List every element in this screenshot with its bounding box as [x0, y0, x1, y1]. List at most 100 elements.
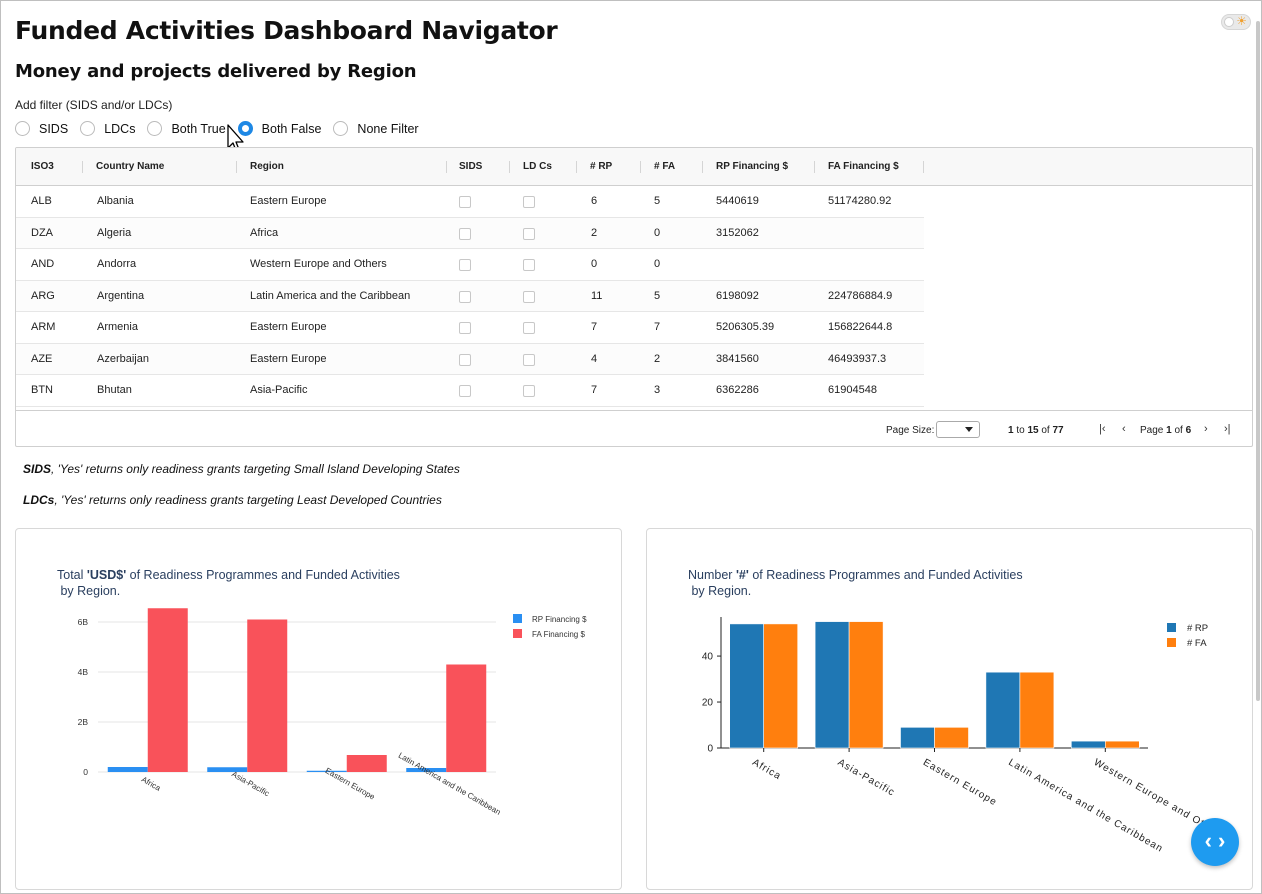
column-header-rp[interactable]: # RP	[590, 148, 612, 186]
cell-rp-financing: 6198092	[716, 289, 759, 302]
bar-fa-count	[1019, 671, 1055, 749]
column-separator	[814, 161, 815, 173]
cell-fa-financing: 61904548	[828, 384, 877, 396]
radio-sids[interactable]: SIDS	[15, 121, 68, 136]
theme-toggle[interactable]: ☀	[1221, 14, 1251, 30]
radio-label: LDCs	[104, 121, 136, 136]
column-header-ldcs[interactable]: LD Cs	[523, 148, 552, 186]
bar-fa-financing	[247, 619, 288, 772]
cell-region: Africa	[250, 226, 279, 239]
bar-fa-financing	[147, 608, 188, 772]
bar-rp-count	[729, 623, 764, 749]
table-row[interactable]: ARG Argentina Latin America and the Cari…	[16, 280, 924, 312]
cell-rp: 4	[591, 352, 598, 365]
column-header-region[interactable]: Region	[250, 148, 284, 186]
bar-fa-financing	[446, 664, 487, 772]
column-separator	[446, 161, 447, 173]
cell-country: Andorra	[97, 258, 137, 270]
sids-checkbox[interactable]	[459, 227, 471, 240]
sids-note-text: , 'Yes' returns only readiness grants ta…	[51, 462, 460, 476]
sids-checkbox[interactable]	[459, 385, 471, 397]
column-separator	[509, 161, 510, 173]
bar-fa-count	[1104, 740, 1140, 749]
sids-checkbox[interactable]	[459, 196, 471, 208]
legend-label: # RP	[1187, 623, 1208, 634]
sids-checkbox[interactable]	[459, 259, 471, 271]
sids-checkbox[interactable]	[459, 322, 471, 334]
ldcs-checkbox[interactable]	[523, 290, 535, 303]
ldcs-checkbox[interactable]	[523, 322, 535, 334]
cell-fa: 2	[654, 352, 661, 365]
cell-region: Latin America and the Caribbean	[250, 289, 411, 302]
table-row[interactable]: AZE Azerbaijan Eastern Europe 4 2 384156…	[16, 343, 924, 375]
radio-both-true[interactable]: Both True	[147, 121, 226, 136]
column-separator	[576, 161, 577, 173]
cell-fa: 0	[654, 258, 661, 270]
column-header-sids[interactable]: SIDS	[459, 148, 482, 186]
column-header-iso3[interactable]: ISO3	[31, 148, 54, 186]
page-size-select[interactable]	[936, 421, 980, 438]
table-row[interactable]: DZA Algeria Africa 2 0 3152062	[16, 217, 924, 249]
cell-iso3: DZA	[31, 226, 53, 239]
radio-none-filter[interactable]: None Filter	[333, 121, 419, 136]
table-row[interactable]: ALB Albania Eastern Europe 6 5 5440619 5…	[16, 186, 924, 218]
cell-rp-financing: 5440619	[716, 195, 759, 207]
radio-circle	[15, 121, 30, 136]
sids-checkbox[interactable]	[459, 290, 471, 303]
ldcs-checkbox[interactable]	[523, 353, 535, 366]
column-header-rp-financing[interactable]: RP Financing $	[716, 148, 788, 186]
cell-iso3: AZE	[31, 352, 53, 365]
cell-rp: 2	[591, 226, 598, 239]
y-tick-label: 40	[702, 652, 714, 663]
pagination-bar: Page Size: 1 to 15 of 77 |‹ ‹ Page 1 of …	[16, 410, 1252, 446]
cell-country: Argentina	[97, 289, 145, 302]
range-to: 15	[1027, 425, 1039, 436]
y-tick-label: 0	[707, 744, 713, 755]
filter-label: Add filter (SIDS and/or LDCs)	[15, 98, 173, 112]
ldcs-checkbox[interactable]	[523, 259, 535, 271]
radio-label: Both False	[261, 121, 322, 136]
cell-iso3: ARM	[31, 321, 56, 333]
cell-fa-financing: 224786884.9	[828, 289, 893, 302]
radio-label: Both True	[171, 121, 226, 136]
column-header-fa[interactable]: # FA	[654, 148, 675, 186]
last-page-icon[interactable]: ›|	[1224, 423, 1231, 435]
first-page-icon[interactable]: |‹	[1099, 423, 1106, 435]
column-separator	[82, 161, 83, 173]
sids-checkbox[interactable]	[459, 353, 471, 366]
y-tick-label: 0	[83, 767, 88, 777]
x-tick-label: Asia-Pacific	[230, 769, 271, 798]
radio-both-false[interactable]: Both False	[237, 121, 322, 136]
usd-chart-card: Total 'USD$' of Readiness Programmes and…	[15, 528, 622, 890]
table-row[interactable]: AND Andorra Western Europe and Others 0 …	[16, 249, 924, 281]
chevron-down-icon	[965, 427, 973, 432]
cell-fa: 5	[654, 195, 661, 207]
page-scrollbar[interactable]	[1256, 21, 1260, 701]
page-subtitle: Money and projects delivered by Region	[15, 61, 417, 82]
table-row[interactable]: BTN Bhutan Asia-Pacific 7 3 6362286 6190…	[16, 375, 924, 407]
code-icon[interactable]: ‹ ›	[1191, 818, 1239, 866]
count-bar-chart: 0 20 40 Africa Asia-Pacific Eastern Europe Lat…	[702, 617, 1227, 855]
column-header-country[interactable]: Country Name	[96, 148, 164, 186]
radio-label: SIDS	[39, 121, 69, 136]
next-page-icon[interactable]: ›	[1204, 423, 1208, 435]
usd-bar-chart: 02B4B6BAfrica Asia-Pacific Eastern Europe L…	[78, 608, 587, 817]
ldcs-checkbox[interactable]	[523, 227, 535, 240]
cell-iso3: ALB	[31, 195, 52, 207]
ldcs-checkbox[interactable]	[523, 385, 535, 397]
sun-icon: ☀	[1236, 14, 1247, 28]
cell-iso3: AND	[31, 258, 55, 270]
prev-page-icon[interactable]: ‹	[1122, 423, 1126, 435]
column-header-fa-financing[interactable]: FA Financing $	[828, 148, 899, 186]
page-current: 1	[1166, 425, 1172, 436]
ldcs-checkbox[interactable]	[523, 196, 535, 208]
cell-rp: 11	[591, 289, 603, 302]
table-row[interactable]: ARM Armenia Eastern Europe 7 7 5206305.3…	[16, 312, 924, 344]
radio-ldcs[interactable]: LDCs	[80, 121, 135, 136]
cell-rp: 6	[591, 195, 598, 207]
row-range-summary: 1 to 15 of 77	[1008, 425, 1064, 436]
cell-fa: 7	[654, 321, 661, 333]
app-window: Funded Activities Dashboard Navigator ☀ …	[0, 0, 1262, 894]
range-to-word: to	[1016, 425, 1025, 436]
cell-rp: 7	[591, 321, 598, 333]
